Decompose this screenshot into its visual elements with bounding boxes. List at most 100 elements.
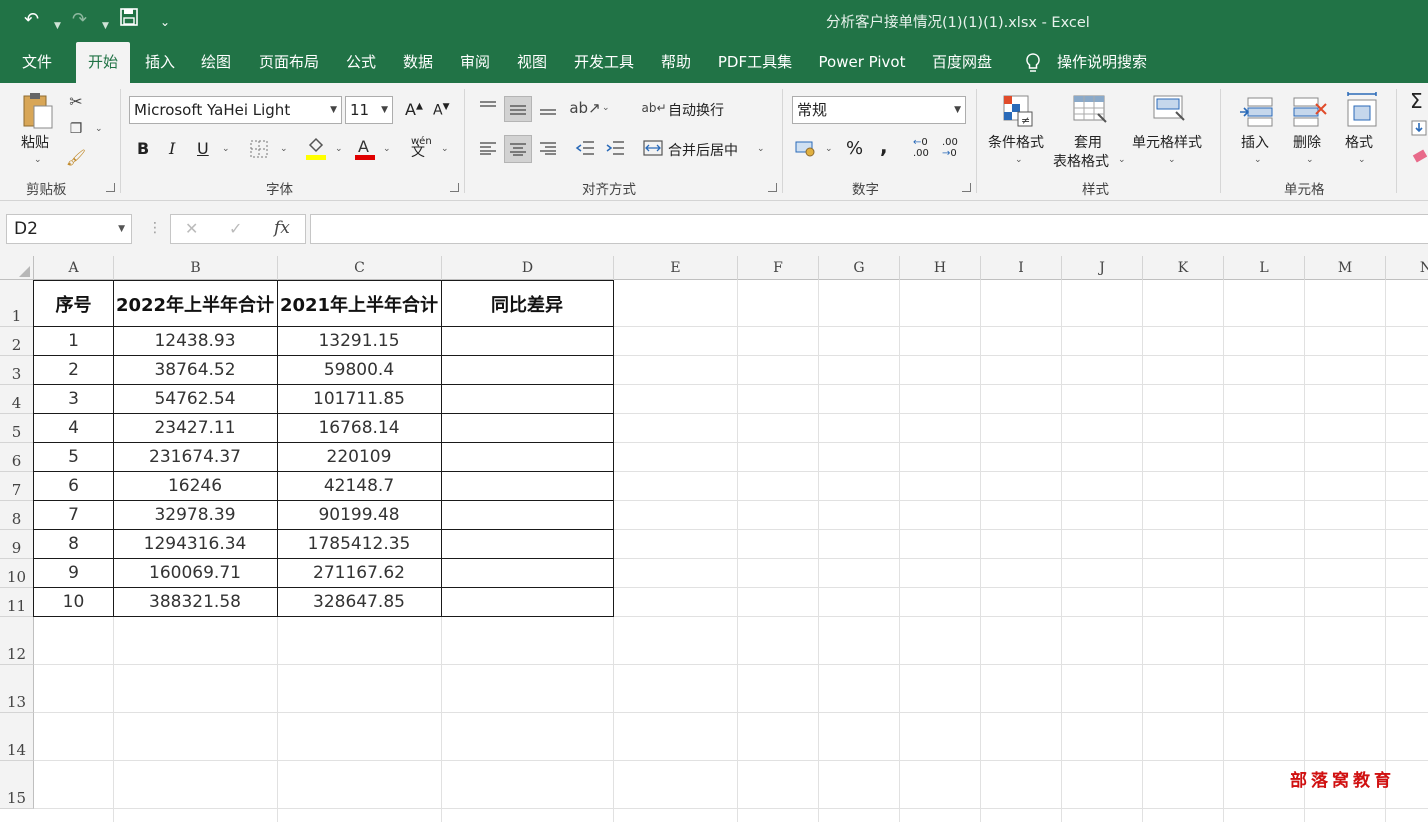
table-cell[interactable]: 13291.15 — [277, 326, 442, 356]
decrease-indent-icon[interactable] — [574, 137, 596, 159]
table-cell[interactable] — [441, 587, 614, 617]
table-cell[interactable]: 8 — [33, 529, 114, 559]
lightbulb-icon[interactable] — [1022, 42, 1044, 83]
cell-styles-icon[interactable] — [1150, 93, 1190, 129]
row-header-15[interactable]: 15 — [0, 761, 34, 809]
merge-dropdown-icon[interactable]: ⌄ — [757, 144, 765, 154]
table-header-cell[interactable]: 2022年上半年合计 — [113, 280, 278, 327]
tab-review[interactable]: 审阅 — [452, 42, 498, 83]
underline-button[interactable]: U — [197, 139, 209, 158]
select-all-button[interactable] — [0, 256, 34, 280]
paste-dropdown-icon[interactable]: ⌄ — [34, 155, 42, 165]
fill-color-icon[interactable] — [305, 135, 327, 161]
fill-icon[interactable] — [1410, 119, 1428, 137]
alignment-launcher-icon[interactable] — [768, 183, 777, 192]
table-cell[interactable]: 271167.62 — [277, 558, 442, 588]
insert-cells-icon[interactable] — [1236, 93, 1276, 129]
table-cell[interactable] — [441, 355, 614, 385]
row-header-4[interactable]: 4 — [0, 385, 34, 414]
table-header-cell[interactable]: 2021年上半年合计 — [277, 280, 442, 327]
delete-cells-icon[interactable] — [1290, 93, 1330, 129]
accounting-format-icon[interactable] — [794, 137, 818, 159]
table-cell[interactable]: 3 — [33, 384, 114, 414]
cell-styles-dropdown-icon[interactable]: ⌄ — [1168, 155, 1176, 165]
conditional-dropdown-icon[interactable]: ⌄ — [1015, 155, 1023, 165]
tell-me-search[interactable]: 操作说明搜索 — [1052, 42, 1152, 83]
percent-style-button[interactable]: % — [846, 138, 863, 159]
tab-baidu-netdisk[interactable]: 百度网盘 — [926, 42, 998, 83]
row-header-14[interactable]: 14 — [0, 713, 34, 761]
row-header-12[interactable]: 12 — [0, 617, 34, 665]
align-top-icon[interactable] — [478, 97, 498, 119]
number-launcher-icon[interactable] — [962, 183, 971, 192]
chevron-down-icon[interactable]: ▼ — [118, 215, 125, 243]
conditional-formatting-button[interactable]: 条件格式 — [988, 132, 1044, 152]
cancel-icon[interactable]: ✕ — [185, 219, 198, 238]
column-header-j[interactable]: J — [1062, 256, 1143, 280]
table-cell[interactable] — [441, 500, 614, 530]
column-header-h[interactable]: H — [900, 256, 981, 280]
format-as-table-line2[interactable]: 表格格式 — [1053, 151, 1109, 171]
table-cell[interactable]: 1 — [33, 326, 114, 356]
table-cell[interactable]: 4 — [33, 413, 114, 443]
delete-dropdown-icon[interactable]: ⌄ — [1306, 155, 1314, 165]
row-header-6[interactable]: 6 — [0, 443, 34, 472]
table-cell[interactable] — [441, 442, 614, 472]
tab-formulas[interactable]: 公式 — [338, 42, 384, 83]
format-cells-icon[interactable] — [1342, 89, 1382, 129]
column-header-c[interactable]: C — [278, 256, 442, 280]
table-cell[interactable]: 101711.85 — [277, 384, 442, 414]
tab-developer[interactable]: 开发工具 — [566, 42, 642, 83]
format-dropdown-icon[interactable]: ⌄ — [1358, 155, 1366, 165]
table-cell[interactable]: 1294316.34 — [113, 529, 278, 559]
copy-dropdown-icon[interactable]: ⌄ — [95, 124, 103, 134]
table-cell[interactable]: 42148.7 — [277, 471, 442, 501]
format-as-table-line1[interactable]: 套用 — [1074, 132, 1102, 152]
column-header-l[interactable]: L — [1224, 256, 1305, 280]
conditional-formatting-icon[interactable]: ≠ — [998, 93, 1038, 129]
tab-insert[interactable]: 插入 — [138, 42, 182, 83]
align-middle-icon[interactable] — [504, 96, 532, 122]
table-cell[interactable]: 16768.14 — [277, 413, 442, 443]
table-cell[interactable]: 12438.93 — [113, 326, 278, 356]
table-cell[interactable]: 38764.52 — [113, 355, 278, 385]
table-cell[interactable]: 10 — [33, 587, 114, 617]
tab-help[interactable]: 帮助 — [654, 42, 698, 83]
clipboard-launcher-icon[interactable] — [106, 183, 115, 192]
table-cell[interactable]: 328647.85 — [277, 587, 442, 617]
save-icon[interactable] — [120, 8, 138, 33]
redo-dropdown-icon[interactable]: ▼ — [102, 14, 109, 38]
table-cell[interactable] — [441, 326, 614, 356]
phonetic-guide-button[interactable]: wén 文 — [411, 137, 432, 160]
comma-style-button[interactable]: , — [880, 134, 888, 158]
table-cell[interactable]: 6 — [33, 471, 114, 501]
autosum-button[interactable]: Σ — [1410, 89, 1423, 113]
phonetic-dropdown-icon[interactable]: ⌄ — [441, 144, 449, 154]
decrease-decimal-button[interactable]: .00 →0 — [942, 137, 958, 159]
customize-qat-icon[interactable]: ⌄ — [160, 10, 170, 34]
align-left-icon[interactable] — [478, 137, 498, 159]
align-center-icon[interactable] — [504, 135, 532, 163]
table-cell[interactable]: 388321.58 — [113, 587, 278, 617]
column-header-n[interactable]: N — [1386, 256, 1428, 280]
format-painter-icon[interactable]: 🖌 — [66, 147, 86, 167]
table-cell[interactable] — [441, 384, 614, 414]
font-name-box[interactable]: Microsoft YaHei Light ▼ — [129, 96, 342, 124]
table-cell[interactable]: 32978.39 — [113, 500, 278, 530]
column-header-g[interactable]: G — [819, 256, 900, 280]
undo-dropdown-icon[interactable]: ▼ — [54, 14, 61, 38]
font-size-box[interactable]: 11 ▼ — [345, 96, 393, 124]
copy-icon[interactable]: ❐ — [66, 119, 86, 139]
bold-button[interactable]: B — [137, 139, 149, 158]
wrap-text-button[interactable]: 自动换行 — [668, 100, 724, 120]
format-as-table-icon[interactable] — [1070, 93, 1110, 129]
table-cell[interactable]: 59800.4 — [277, 355, 442, 385]
table-cell[interactable]: 160069.71 — [113, 558, 278, 588]
increase-indent-icon[interactable] — [604, 137, 626, 159]
borders-dropdown-icon[interactable]: ⌄ — [280, 144, 288, 154]
column-header-b[interactable]: B — [114, 256, 278, 280]
tab-home[interactable]: 开始 — [76, 42, 130, 83]
tab-page-layout[interactable]: 页面布局 — [252, 42, 326, 83]
table-cell[interactable]: 7 — [33, 500, 114, 530]
column-header-m[interactable]: M — [1305, 256, 1386, 280]
